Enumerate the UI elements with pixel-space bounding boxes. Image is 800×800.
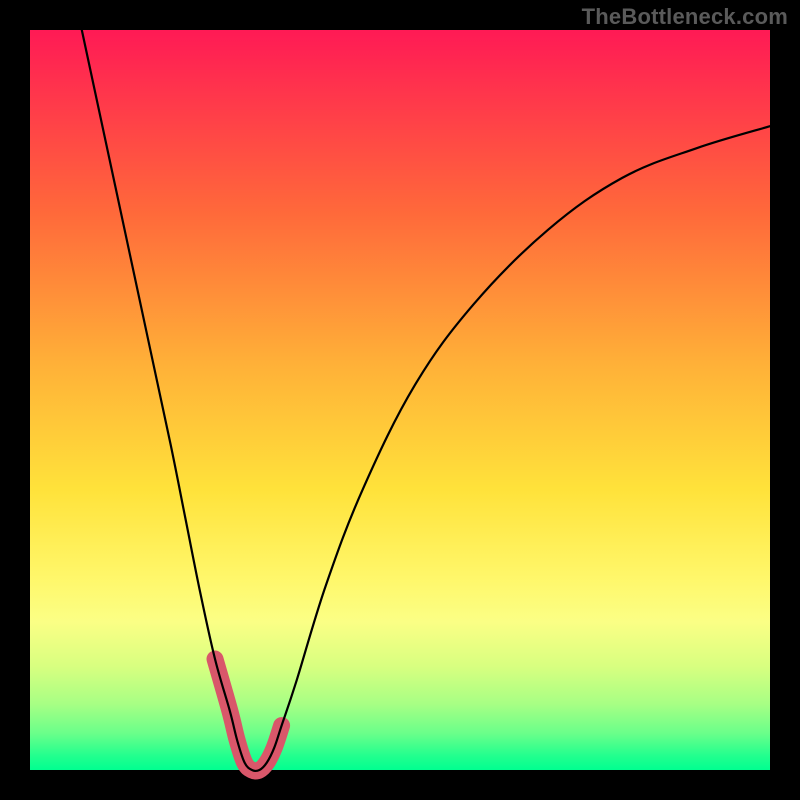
chart-frame: TheBottleneck.com [0, 0, 800, 800]
curve-layer [30, 30, 770, 770]
plot-area [30, 30, 770, 770]
watermark-text: TheBottleneck.com [582, 4, 788, 30]
bottleneck-curve [82, 30, 770, 771]
